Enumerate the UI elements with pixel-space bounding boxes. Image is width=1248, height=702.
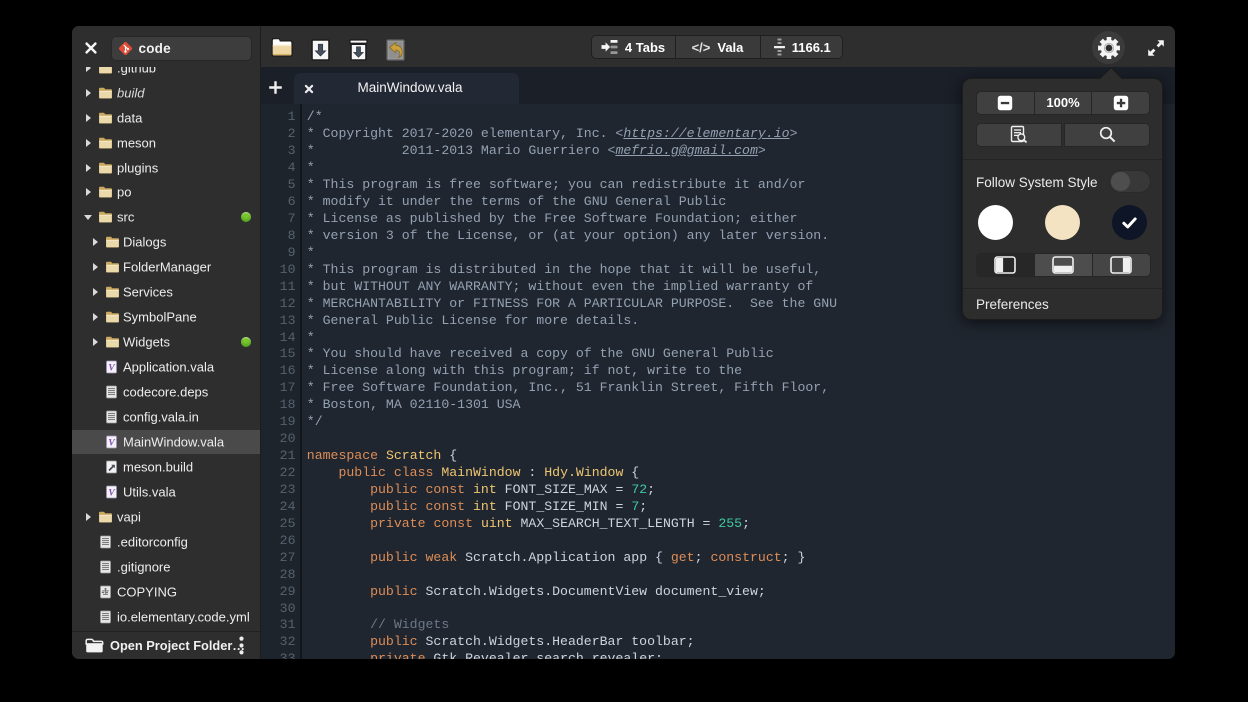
svg-text:V: V <box>108 488 115 498</box>
svg-text:V: V <box>108 438 115 448</box>
svg-text:V: V <box>108 363 115 373</box>
